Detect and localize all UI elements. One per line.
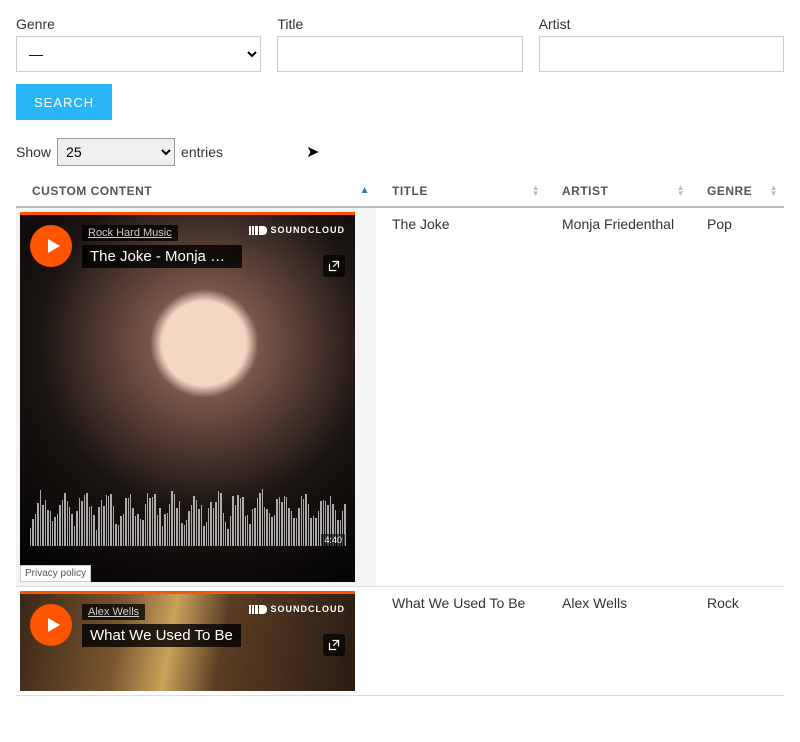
cell-genre: Pop <box>691 207 784 587</box>
embed-track-title[interactable]: What We Used To Be <box>82 624 241 647</box>
col-custom-content[interactable]: CUSTOM CONTENT ▲ <box>16 176 376 207</box>
col-genre-label: GENRE <box>707 184 752 198</box>
share-icon <box>328 639 340 651</box>
table-row: Alex Wells What We Used To Be SOUNDCLOUD <box>16 587 784 696</box>
track-duration: 4:40 <box>321 534 345 546</box>
genre-label: Genre <box>16 16 261 32</box>
col-genre[interactable]: GENRE ▲▼ <box>691 176 784 207</box>
soundcloud-icon <box>249 605 267 614</box>
title-label: Title <box>277 16 522 32</box>
table-row: Rock Hard Music The Joke - Monja Fried..… <box>16 207 784 587</box>
embed-channel-link[interactable]: Rock Hard Music <box>82 225 178 241</box>
entries-label: entries <box>181 144 223 160</box>
soundcloud-logo[interactable]: SOUNDCLOUD <box>249 604 346 614</box>
page-length-row: Show 25 entries <box>16 138 784 166</box>
sort-icon: ▲▼ <box>677 185 685 197</box>
cell-title: What We Used To Be <box>376 587 546 696</box>
artist-label: Artist <box>539 16 784 32</box>
col-title[interactable]: TITLE ▲▼ <box>376 176 546 207</box>
embed-channel-link[interactable]: Alex Wells <box>82 604 145 620</box>
soundcloud-text: SOUNDCLOUD <box>271 604 346 614</box>
play-icon <box>45 617 61 633</box>
title-input[interactable] <box>277 36 522 72</box>
sort-icon: ▲ <box>360 188 370 194</box>
embed-track-title[interactable]: The Joke - Monja Fried... <box>82 245 242 268</box>
share-button[interactable] <box>323 634 345 656</box>
genre-filter: Genre — <box>16 16 261 72</box>
col-artist-label: ARTIST <box>562 184 608 198</box>
cell-title: The Joke <box>376 207 546 587</box>
cell-artist: Alex Wells <box>546 587 691 696</box>
share-button[interactable] <box>323 255 345 277</box>
play-icon <box>45 238 61 254</box>
soundcloud-embed[interactable]: Alex Wells What We Used To Be SOUNDCLOUD <box>20 591 355 691</box>
cell-genre: Rock <box>691 587 784 696</box>
soundcloud-text: SOUNDCLOUD <box>271 225 346 235</box>
search-button[interactable]: SEARCH <box>16 84 112 120</box>
soundcloud-embed[interactable]: Rock Hard Music The Joke - Monja Fried..… <box>20 212 355 582</box>
privacy-policy-link[interactable]: Privacy policy <box>20 565 91 582</box>
filter-row: Genre — Title Artist <box>16 16 784 72</box>
page-length-select[interactable]: 25 <box>57 138 175 166</box>
cell-artist: Monja Friedenthal <box>546 207 691 587</box>
share-icon <box>328 260 340 272</box>
play-button[interactable] <box>30 225 72 267</box>
artist-filter: Artist <box>539 16 784 72</box>
soundcloud-icon <box>249 226 267 235</box>
genre-select[interactable]: — <box>16 36 261 72</box>
play-button[interactable] <box>30 604 72 646</box>
show-label: Show <box>16 144 51 160</box>
col-title-label: TITLE <box>392 184 428 198</box>
sort-icon: ▲▼ <box>770 185 778 197</box>
soundcloud-logo[interactable]: SOUNDCLOUD <box>249 225 346 235</box>
results-table: CUSTOM CONTENT ▲ TITLE ▲▼ ARTIST ▲▼ GENR… <box>16 176 784 696</box>
artist-input[interactable] <box>539 36 784 72</box>
col-artist[interactable]: ARTIST ▲▼ <box>546 176 691 207</box>
col-custom-content-label: CUSTOM CONTENT <box>32 184 152 198</box>
waveform[interactable] <box>30 486 345 546</box>
title-filter: Title <box>277 16 522 72</box>
sort-icon: ▲▼ <box>532 185 540 197</box>
